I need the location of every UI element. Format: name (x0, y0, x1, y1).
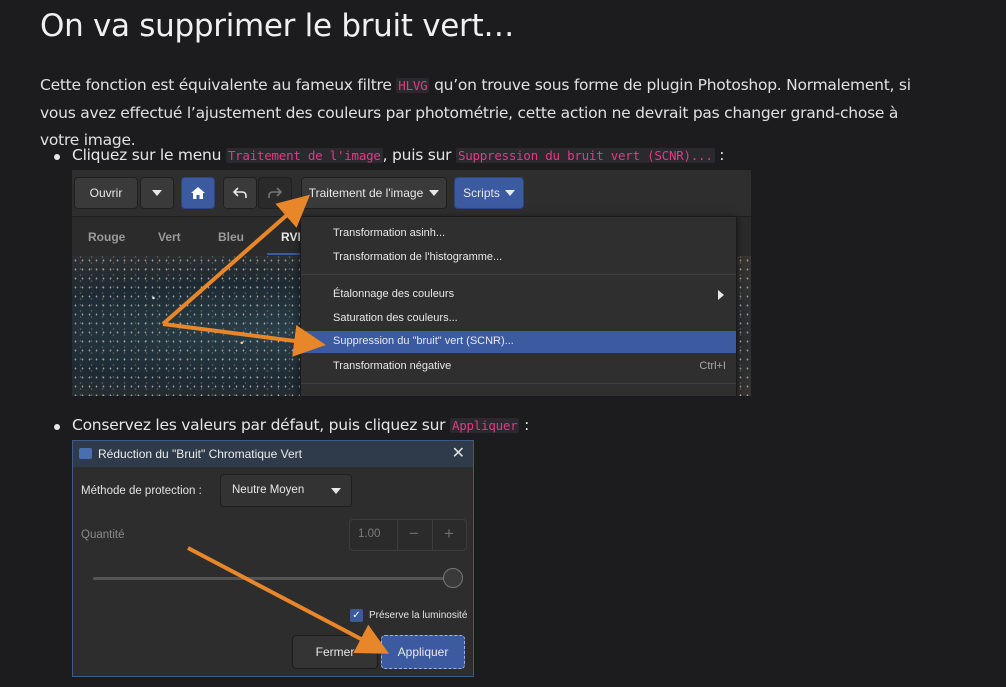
submenu-arrow-icon (718, 290, 724, 300)
spinner-divider (397, 520, 398, 550)
app-icon (79, 448, 92, 459)
dialog-titlebar: Réduction du "Bruit" Chromatique Vert ✕ (73, 441, 473, 467)
open-button[interactable]: Ouvrir (74, 177, 138, 209)
chevron-down-icon (331, 488, 341, 494)
step1-code-item: Suppression du bruit vert (SCNR)... (455, 148, 715, 163)
preserve-luminosity-checkbox[interactable]: ✓ (350, 609, 363, 622)
toolbar: Ouvrir Traitement de l'image Scripts (72, 170, 751, 217)
protection-method-value: Neutre Moyen (232, 484, 305, 496)
menu-item-histogram[interactable]: Transformation de l'histogramme... (301, 247, 736, 269)
tab-red[interactable]: Rouge (88, 230, 125, 244)
step-2: Conservez les valeurs par défaut, puis c… (53, 416, 530, 434)
step-1: Cliquez sur le menu Traitement de l'imag… (53, 146, 725, 164)
open-dropdown-button[interactable] (140, 177, 174, 209)
apply-button[interactable]: Appliquer (381, 635, 465, 669)
chevron-down-icon (504, 190, 515, 196)
step1-text-1: Cliquez sur le menu (72, 146, 226, 164)
dialog-title: Réduction du "Bruit" Chromatique Vert (98, 447, 302, 461)
preserve-luminosity-label: Préserve la luminosité (369, 610, 468, 621)
scnr-dialog: Réduction du "Bruit" Chromatique Vert ✕ … (72, 440, 474, 677)
amount-value: 1.00 (358, 528, 381, 540)
protection-method-select[interactable]: Neutre Moyen (220, 474, 352, 507)
shortcut-label: Ctrl+I (699, 360, 726, 372)
redo-icon (268, 187, 282, 198)
close-button[interactable]: Fermer (292, 635, 378, 669)
page-title: On va supprimer le bruit vert… (40, 8, 515, 44)
amount-spinner[interactable]: 1.00 − + (349, 519, 467, 551)
tab-active-indicator (267, 253, 301, 255)
tab-green[interactable]: Vert (158, 230, 181, 244)
image-processing-menu-label: Traitement de l'image (308, 186, 424, 200)
plus-icon[interactable]: + (444, 524, 454, 544)
undo-icon (233, 187, 247, 198)
chevron-down-icon (429, 190, 440, 196)
intro-text-1: Cette fonction est équivalente au fameux… (40, 76, 397, 94)
chevron-down-icon (152, 190, 162, 196)
amount-slider[interactable] (93, 577, 455, 580)
step2-text-1: Conservez les valeurs par défaut, puis c… (72, 416, 450, 434)
protection-method-label: Méthode de protection : (81, 485, 202, 497)
step1-text-3: : (714, 146, 725, 164)
tab-blue[interactable]: Bleu (218, 230, 244, 244)
undo-button[interactable] (223, 177, 257, 209)
minus-icon[interactable]: − (409, 524, 419, 544)
home-icon (191, 187, 205, 199)
step1-text-2: , puis sur (382, 146, 456, 164)
image-processing-menu: Transformation asinh... Transformation d… (300, 216, 737, 396)
amount-slider-handle[interactable] (443, 568, 463, 588)
step2-code-apply: Appliquer (449, 418, 520, 433)
home-button[interactable] (181, 177, 215, 209)
redo-button[interactable] (258, 177, 292, 209)
menu-item-saturation[interactable]: Saturation des couleurs... (301, 308, 736, 330)
menu-item-negative[interactable]: Transformation négative Ctrl+I (301, 356, 736, 378)
image-processing-menu-button[interactable]: Traitement de l'image (301, 177, 447, 209)
menu-item-asinh[interactable]: Transformation asinh... (301, 223, 736, 245)
menu-item-color-calibration[interactable]: Étalonnage des couleurs (301, 284, 736, 306)
close-icon[interactable]: ✕ (452, 443, 465, 463)
step2-text-2: : (519, 416, 530, 434)
menu-separator (301, 274, 736, 275)
scripts-label: Scripts (463, 186, 500, 200)
scripts-menu-button[interactable]: Scripts (454, 177, 524, 209)
spinner-divider (432, 520, 433, 550)
siril-menu-screenshot: Ouvrir Traitement de l'image Scripts Rou… (72, 170, 751, 396)
step1-code-menu: Traitement de l'image (225, 148, 383, 163)
intro-code: HLVG (396, 78, 430, 93)
menu-separator (301, 383, 736, 384)
amount-label: Quantité (81, 529, 125, 541)
menu-item-scnr[interactable]: Suppression du "bruit" vert (SCNR)... (301, 331, 736, 353)
intro-paragraph: Cette fonction est équivalente au fameux… (40, 72, 940, 155)
